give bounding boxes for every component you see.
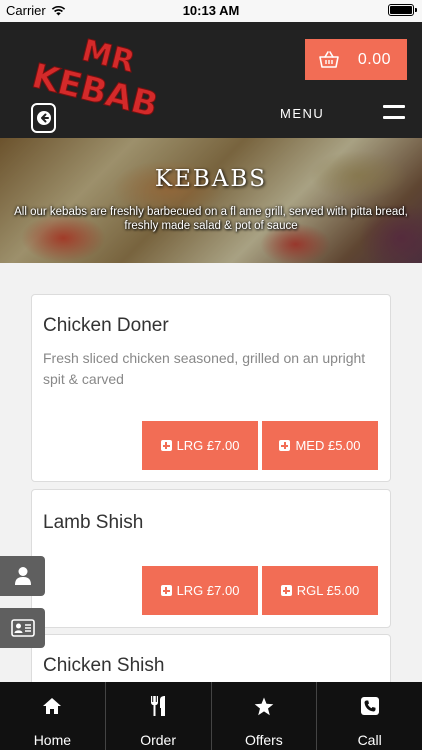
nav-label: Offers xyxy=(244,732,283,748)
fork-knife-icon xyxy=(151,696,166,716)
nav-call[interactable]: Call xyxy=(317,682,422,750)
contact-card-icon xyxy=(10,619,35,637)
cart-button[interactable]: 0.00 xyxy=(305,39,407,80)
phone-icon xyxy=(360,697,379,715)
menu-item-card: Lamb Shish LRG £7.00 RGL £5.00 xyxy=(31,489,391,628)
app-header: MR KEBAB 0.00 MENU xyxy=(0,22,422,138)
hamburger-menu-icon[interactable] xyxy=(383,105,405,119)
option-label: MED £5.00 xyxy=(295,438,361,453)
bottom-navigation: Home Order Offers Call xyxy=(0,682,422,750)
option-label: LRG £7.00 xyxy=(176,583,240,598)
add-medium-button[interactable]: MED £5.00 xyxy=(262,421,378,470)
arrow-left-icon xyxy=(36,111,51,125)
menu-label[interactable]: MENU xyxy=(280,106,324,121)
category-title: KEBABS xyxy=(154,166,268,192)
item-name: Chicken Doner xyxy=(43,315,169,336)
category-description: All our kebabs are freshly barbecued on … xyxy=(14,206,408,232)
item-name: Chicken Shish xyxy=(43,655,165,676)
option-label: RGL £5.00 xyxy=(296,583,360,598)
nav-order[interactable]: Order xyxy=(106,682,212,750)
plus-square-icon xyxy=(280,585,292,596)
add-large-button[interactable]: LRG £7.00 xyxy=(142,566,258,615)
home-icon xyxy=(43,698,62,714)
menu-item-card: Chicken Doner Fresh sliced chicken seaso… xyxy=(31,294,391,482)
user-icon xyxy=(14,567,31,585)
category-banner: KEBABS All our kebabs are freshly barbec… xyxy=(0,138,422,263)
back-button[interactable] xyxy=(31,103,56,133)
nav-home[interactable]: Home xyxy=(0,682,106,750)
add-large-button[interactable]: LRG £7.00 xyxy=(142,421,258,470)
item-name: Lamb Shish xyxy=(43,512,144,533)
item-description: Fresh sliced chicken seasoned, grilled o… xyxy=(43,350,366,387)
nav-label: Order xyxy=(140,732,177,748)
option-label: LRG £7.00 xyxy=(176,438,240,453)
account-tab[interactable] xyxy=(0,556,45,596)
plus-square-icon xyxy=(160,585,172,596)
basket-icon xyxy=(319,51,339,68)
add-regular-button[interactable]: RGL £5.00 xyxy=(262,566,378,615)
banner-overlay xyxy=(0,138,422,263)
battery-icon xyxy=(388,4,417,16)
plus-square-icon xyxy=(279,440,291,451)
status-time: 10:13 AM xyxy=(182,3,240,18)
contact-tab[interactable] xyxy=(0,608,45,648)
star-icon xyxy=(254,697,274,715)
status-bar: Carrier 10:13 AM xyxy=(0,0,422,22)
cart-amount: 0.00 xyxy=(357,50,391,68)
nav-label: Home xyxy=(33,732,72,748)
nav-label: Call xyxy=(357,732,382,748)
nav-offers[interactable]: Offers xyxy=(212,682,318,750)
plus-square-icon xyxy=(160,440,172,451)
